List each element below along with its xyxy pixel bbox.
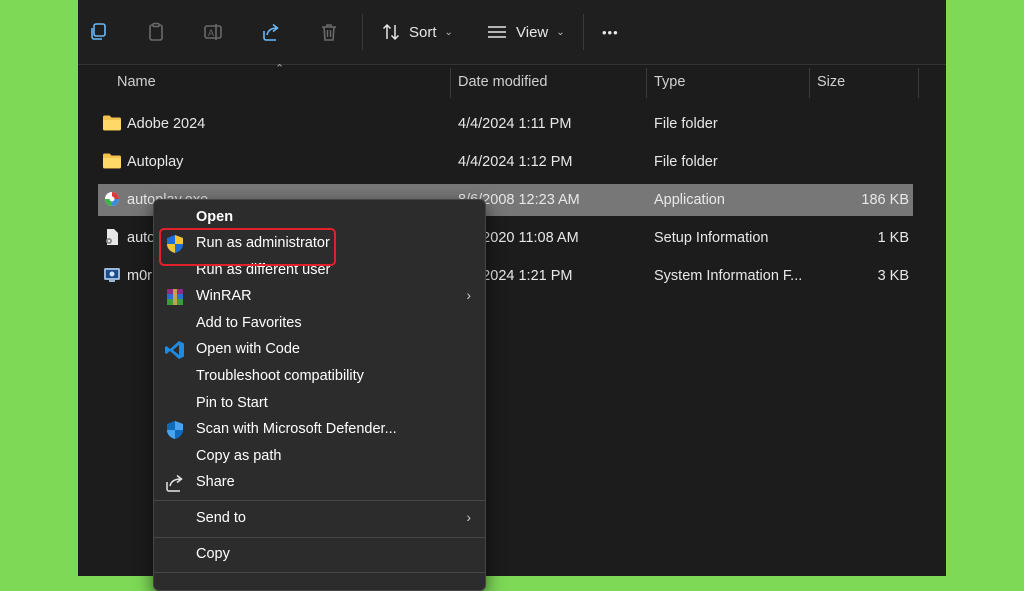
menu-item-label: Open bbox=[196, 209, 234, 225]
menu-divider bbox=[154, 500, 485, 501]
highlight-box bbox=[159, 228, 336, 266]
menu-item-open-with-code[interactable]: Open with Code bbox=[154, 337, 485, 363]
more-icon: ••• bbox=[602, 24, 619, 40]
column-divider[interactable] bbox=[646, 68, 647, 98]
see-more-button[interactable]: ••• bbox=[602, 16, 619, 48]
chevron-down-icon: ⌄ bbox=[556, 26, 565, 38]
column-date-modified[interactable]: Date modified bbox=[458, 74, 547, 90]
chevron-down-icon: ⌄ bbox=[444, 26, 453, 38]
column-name[interactable]: Name bbox=[117, 74, 156, 90]
menu-item-winrar[interactable]: WinRAR › bbox=[154, 284, 485, 310]
menu-divider bbox=[154, 572, 485, 573]
file-name: Adobe 2024 bbox=[127, 116, 206, 132]
sort-button[interactable]: Sort ⌄ bbox=[381, 16, 453, 48]
menu-item-label: Send to bbox=[196, 510, 246, 526]
rename-button[interactable]: A bbox=[203, 16, 223, 48]
copy-icon bbox=[91, 23, 106, 40]
paste-icon bbox=[149, 22, 163, 41]
file-name: Autoplay bbox=[127, 154, 184, 170]
menu-divider bbox=[154, 537, 485, 538]
menu-item-troubleshoot-compatibility[interactable]: Troubleshoot compatibility bbox=[154, 364, 485, 390]
column-divider[interactable] bbox=[918, 68, 919, 98]
menu-item-label: Troubleshoot compatibility bbox=[196, 368, 364, 384]
column-type[interactable]: Type bbox=[654, 74, 685, 90]
view-label: View bbox=[516, 23, 549, 41]
app-icon bbox=[105, 192, 119, 206]
folder-icon bbox=[103, 153, 121, 169]
menu-item-label: WinRAR bbox=[196, 288, 252, 304]
toolbar-divider bbox=[583, 14, 584, 50]
share-button[interactable] bbox=[261, 16, 281, 48]
delete-button[interactable] bbox=[319, 16, 339, 48]
defender-icon bbox=[167, 421, 183, 439]
file-name: m0r bbox=[127, 268, 152, 284]
file-row[interactable]: Adobe 2024 4/4/2024 1:11 PM File folder bbox=[98, 108, 913, 140]
menu-item-label: Open with Code bbox=[196, 341, 300, 357]
system-info-icon bbox=[104, 268, 120, 282]
menu-item-label: Add to Favorites bbox=[196, 315, 302, 331]
file-type: Setup Information bbox=[654, 230, 769, 246]
file-type: File folder bbox=[654, 154, 718, 170]
sort-ascending-icon: ⌃ bbox=[275, 63, 285, 75]
copy-button[interactable] bbox=[88, 16, 108, 48]
svg-text:A: A bbox=[208, 28, 214, 38]
share-icon bbox=[263, 23, 279, 41]
file-type: System Information F... bbox=[654, 268, 803, 284]
file-type: File folder bbox=[654, 116, 718, 132]
menu-item-label: Scan with Microsoft Defender... bbox=[196, 421, 397, 437]
menu-item-label: Copy as path bbox=[196, 448, 282, 464]
sort-icon bbox=[382, 23, 400, 41]
view-icon bbox=[488, 26, 506, 38]
file-size: 3 KB bbox=[877, 268, 909, 284]
file-row[interactable]: Autoplay 4/4/2024 1:12 PM File folder bbox=[98, 146, 913, 178]
share-icon bbox=[166, 474, 183, 492]
paste-button[interactable] bbox=[146, 16, 166, 48]
trash-icon bbox=[322, 24, 336, 41]
command-bar: A Sort ⌄ View ⌄ ••• bbox=[78, 0, 946, 65]
column-header: ⌃ Name Date modified Type Size bbox=[78, 63, 946, 100]
chevron-right-icon: › bbox=[466, 287, 471, 303]
menu-item-share[interactable]: Share bbox=[154, 470, 485, 496]
view-button[interactable]: View ⌄ bbox=[486, 16, 565, 48]
menu-item-label: Pin to Start bbox=[196, 395, 268, 411]
rename-icon: A bbox=[204, 24, 222, 40]
vscode-icon bbox=[165, 341, 184, 359]
menu-item-scan-with-defender[interactable]: Scan with Microsoft Defender... bbox=[154, 417, 485, 443]
menu-item-pin-to-start[interactable]: Pin to Start bbox=[154, 391, 485, 417]
chevron-right-icon: › bbox=[466, 509, 471, 525]
menu-item-add-to-favorites[interactable]: Add to Favorites bbox=[154, 311, 485, 337]
menu-item-send-to[interactable]: Send to › bbox=[154, 506, 485, 532]
file-date: 4/4/2024 1:11 PM bbox=[458, 116, 572, 132]
file-size: 186 KB bbox=[861, 192, 909, 208]
sort-label: Sort bbox=[409, 23, 437, 41]
menu-item-copy-as-path[interactable]: Copy as path bbox=[154, 444, 485, 470]
file-size: 1 KB bbox=[877, 230, 909, 246]
file-type: Application bbox=[654, 192, 725, 208]
column-divider[interactable] bbox=[809, 68, 810, 98]
column-size[interactable]: Size bbox=[817, 74, 845, 90]
winrar-icon bbox=[167, 289, 183, 305]
toolbar-divider bbox=[362, 14, 363, 50]
column-divider[interactable] bbox=[450, 68, 451, 98]
menu-item-label: Share bbox=[196, 474, 235, 490]
file-date: 4/4/2024 1:12 PM bbox=[458, 154, 573, 170]
setup-info-icon bbox=[106, 229, 118, 245]
menu-item-label: Copy bbox=[196, 546, 230, 562]
menu-item-copy[interactable]: Copy bbox=[154, 542, 485, 568]
folder-icon bbox=[103, 115, 121, 131]
